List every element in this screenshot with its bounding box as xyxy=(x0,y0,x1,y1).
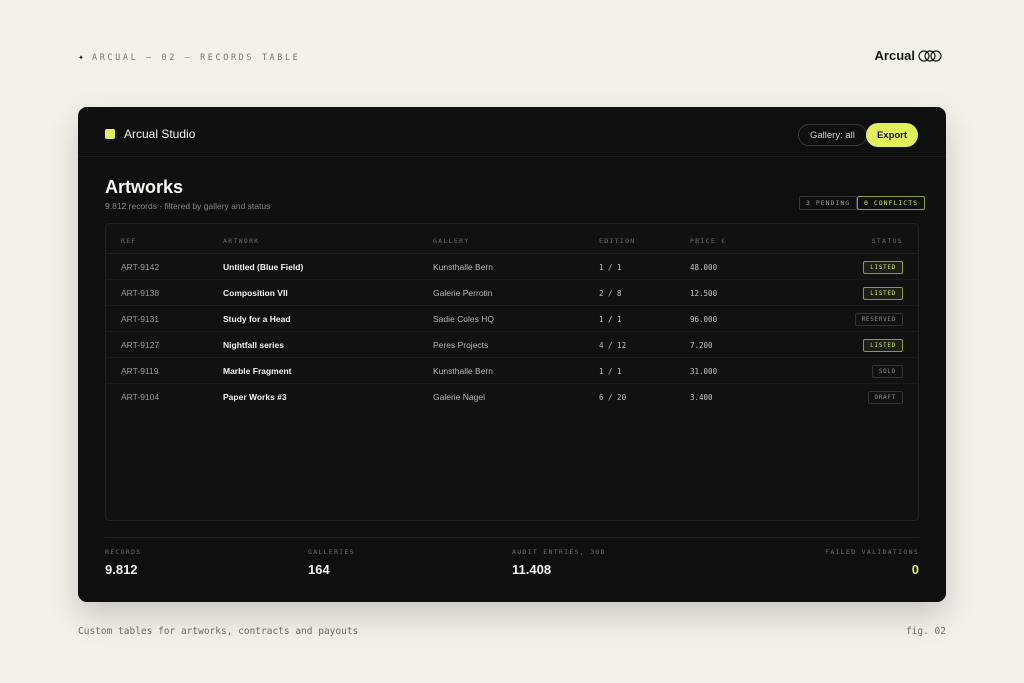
records-window: Arcual Studio Gallery: all Export Artwor… xyxy=(78,107,946,602)
cell-artwork: Nightfall series xyxy=(223,340,284,350)
cell-artwork: Composition VII xyxy=(223,288,288,298)
page-title: Artworks xyxy=(105,177,184,197)
table-row[interactable]: ART-9104 Paper Works #3 Galerie Nagel 6 … xyxy=(106,384,918,410)
table-row[interactable]: ART-9127 Nightfall series Peres Projects… xyxy=(106,332,918,358)
cell-edition: 1 / 1 xyxy=(599,367,622,376)
brand-logo: Arcual xyxy=(875,48,942,63)
page-caption-text: ARCUAL — 02 — RECORDS TABLE xyxy=(92,52,301,63)
status-badge: DRAFT xyxy=(867,391,903,404)
cell-artwork: Marble Fragment xyxy=(223,366,292,376)
column-header-edition[interactable]: EDITION xyxy=(599,237,636,245)
cell-edition: 1 / 1 xyxy=(599,315,622,324)
records-table: REF ARTWORK GALLERY EDITION PRICE € STAT… xyxy=(105,223,919,521)
stat-value-records: 9.812 xyxy=(105,562,138,577)
page-caption: ✦ ARCUAL — 02 — RECORDS TABLE xyxy=(78,52,300,63)
studio-title: Arcual Studio xyxy=(105,127,195,141)
page-subtitle: 9.812 records · filtered by gallery and … xyxy=(105,201,271,211)
cell-gallery: Galerie Nagel xyxy=(433,392,485,402)
cell-gallery: Sadie Coles HQ xyxy=(433,314,494,324)
studio-name: Arcual Studio xyxy=(124,127,196,141)
conflicts-badge: 0 CONFLICTS xyxy=(857,196,926,210)
status-badge: LISTED xyxy=(863,261,903,274)
cell-ref: ART-9131 xyxy=(121,314,160,324)
footer-caption: Custom tables for artworks, contracts an… xyxy=(78,626,359,637)
column-header-gallery[interactable]: GALLERY xyxy=(433,237,470,245)
cell-edition: 2 / 8 xyxy=(599,289,622,298)
table-header: REF ARTWORK GALLERY EDITION PRICE € STAT… xyxy=(106,224,918,254)
status-badge: RESERVED xyxy=(854,313,903,326)
table-row[interactable]: ART-9138 Composition VII Galerie Perroti… xyxy=(106,280,918,306)
cell-artwork: Study for a Head xyxy=(223,314,291,324)
gallery-filter-button[interactable]: Gallery: all xyxy=(798,124,867,146)
sparkle-icon: ✦ xyxy=(78,52,85,63)
stat-value-failed: 0 xyxy=(911,562,919,577)
cell-ref: ART-9127 xyxy=(121,340,160,350)
cell-price: 7.200 xyxy=(690,341,713,350)
export-button[interactable]: Export xyxy=(866,123,918,147)
brand-name: Arcual xyxy=(874,48,915,63)
studio-logo-icon xyxy=(105,129,115,139)
cell-artwork: Untitled (Blue Field) xyxy=(223,262,304,272)
stat-label-audit: AUDIT ENTRIES, 30D xyxy=(512,548,606,556)
stat-value-audit: 11.408 xyxy=(512,562,552,577)
app-header: Arcual Studio Gallery: all Export xyxy=(78,107,946,157)
table-row[interactable]: ART-9119 Marble Fragment Kunsthalle Bern… xyxy=(106,358,918,384)
cell-edition: 1 / 1 xyxy=(599,263,622,272)
status-badge: LISTED xyxy=(863,287,903,300)
cell-gallery: Kunsthalle Bern xyxy=(433,262,494,272)
column-header-status[interactable]: STATUS xyxy=(872,237,903,245)
table-row[interactable]: ART-9142 Untitled (Blue Field) Kunsthall… xyxy=(106,254,918,280)
stat-label-failed: FAILED VALIDATIONS xyxy=(825,548,919,556)
cell-ref: ART-9119 xyxy=(121,366,159,376)
cell-artwork: Paper Works #3 xyxy=(223,392,287,402)
cell-gallery: Peres Projects xyxy=(433,340,489,350)
cell-price: 3.400 xyxy=(690,393,713,402)
status-badge: SOLD xyxy=(871,365,903,378)
brand-mark-icon xyxy=(918,49,942,62)
column-header-price[interactable]: PRICE € xyxy=(690,237,727,245)
pending-badge: 3 PENDING xyxy=(799,196,858,210)
stat-value-galleries: 164 xyxy=(308,562,330,577)
stat-label-records: RECORDS xyxy=(105,548,142,556)
stat-label-galleries: GALLERIES xyxy=(308,548,355,556)
cell-edition: 4 / 12 xyxy=(599,341,627,350)
cell-price: 12.500 xyxy=(690,289,718,298)
cell-gallery: Galerie Perrotin xyxy=(433,288,493,298)
column-header-artwork[interactable]: ARTWORK xyxy=(223,237,260,245)
cell-price: 48.000 xyxy=(690,263,718,272)
table-row[interactable]: ART-9131 Study for a Head Sadie Coles HQ… xyxy=(106,306,918,332)
cell-gallery: Kunsthalle Bern xyxy=(433,366,494,376)
cell-edition: 6 / 20 xyxy=(599,393,627,402)
figure-label: fig. 02 xyxy=(905,626,946,637)
cell-ref: ART-9138 xyxy=(121,288,160,298)
status-badge: LISTED xyxy=(863,339,903,352)
cell-ref: ART-9104 xyxy=(121,392,160,402)
cell-price: 96.000 xyxy=(690,315,718,324)
column-header-ref[interactable]: REF xyxy=(121,237,137,245)
cell-price: 31.000 xyxy=(690,367,718,376)
stats-divider xyxy=(105,537,919,538)
cell-ref: ART-9142 xyxy=(121,262,160,272)
